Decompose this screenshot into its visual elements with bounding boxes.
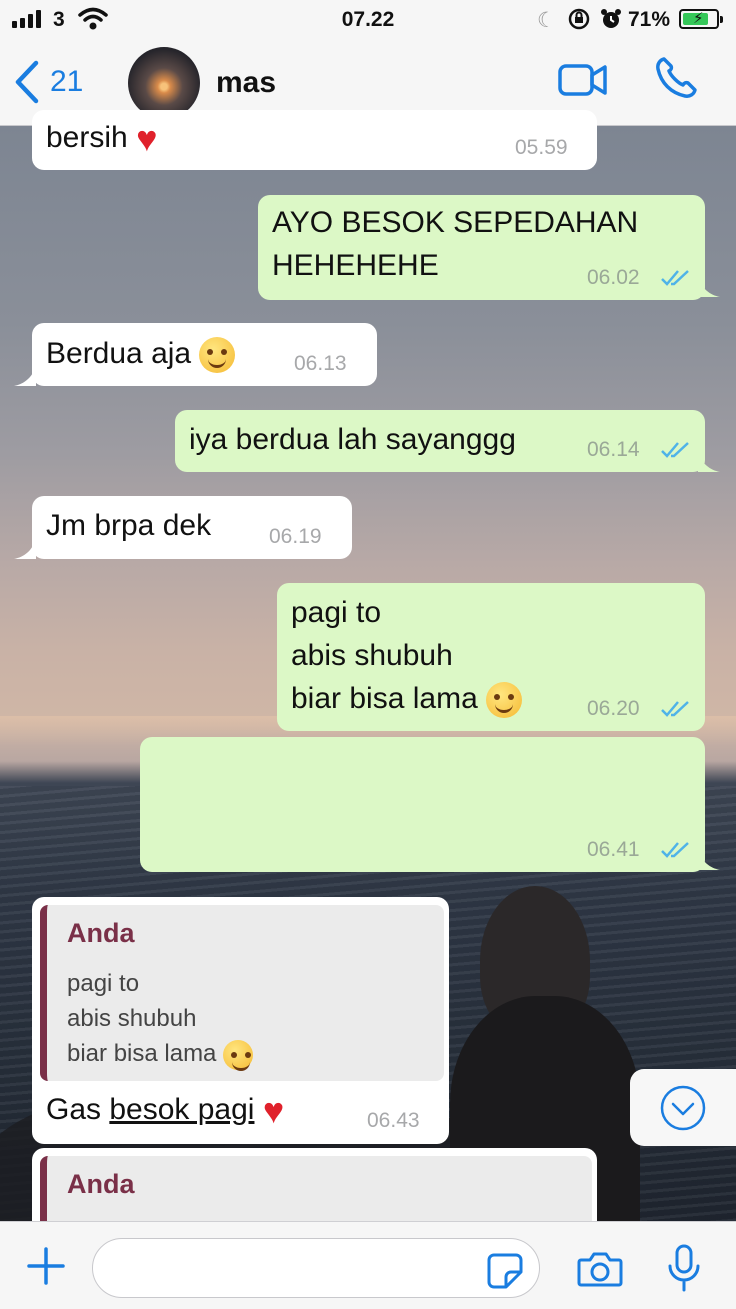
quote-line: abis shubuh bbox=[67, 1005, 197, 1032]
quoted-message[interactable]: Anda bbox=[40, 1156, 592, 1221]
message-text-line: AYO BESOK SEPEDAHAN bbox=[272, 206, 639, 239]
phone-icon[interactable] bbox=[654, 56, 698, 100]
message-outgoing[interactable]: 06.41 bbox=[140, 737, 720, 872]
message-time: 06.02 bbox=[587, 266, 640, 289]
back-chevron-icon bbox=[15, 60, 39, 104]
read-receipt-icon bbox=[661, 701, 689, 717]
message-time: 06.20 bbox=[587, 697, 640, 720]
message-time: 06.41 bbox=[587, 838, 640, 861]
date-link[interactable]: besok pagi bbox=[109, 1093, 254, 1126]
battery-percent: 71% bbox=[628, 8, 671, 31]
message-outgoing[interactable]: AYO BESOK SEPEDAHAN HEHEHEHE 06.02 bbox=[258, 195, 720, 300]
message-time: 06.13 bbox=[294, 352, 347, 375]
message-text: iya berdua lah sayanggg bbox=[189, 423, 516, 456]
message-input[interactable] bbox=[92, 1238, 540, 1298]
message-incoming[interactable]: Berdua aja 06.13 bbox=[14, 323, 377, 386]
message-text-line: pagi to bbox=[291, 596, 382, 629]
alarm-icon bbox=[601, 9, 621, 28]
contact-name[interactable]: mas bbox=[216, 66, 276, 100]
message-text-line: biar bisa lama bbox=[291, 682, 478, 715]
message-text-line: abis shubuh bbox=[291, 639, 453, 672]
message-outgoing[interactable]: iya berdua lah sayanggg 06.14 bbox=[175, 410, 720, 472]
quoted-message[interactable]: Anda pagi to abis shubuh biar bisa lama bbox=[40, 905, 444, 1081]
red-heart-icon: ♥ bbox=[136, 118, 158, 160]
message-text: bersih bbox=[46, 121, 128, 154]
camera-icon[interactable] bbox=[577, 1250, 623, 1288]
message-incoming-reply[interactable]: Anda bbox=[32, 1148, 597, 1221]
do-not-disturb-icon: ☾ bbox=[537, 9, 556, 32]
battery-icon: ⚡ bbox=[679, 9, 723, 29]
red-heart-icon: ♥ bbox=[262, 1090, 285, 1132]
orientation-lock-icon bbox=[568, 8, 590, 30]
savoring-face-icon bbox=[486, 682, 523, 719]
sticker-icon[interactable] bbox=[486, 1252, 524, 1290]
microphone-icon[interactable] bbox=[666, 1244, 702, 1292]
quote-line: biar bisa lama bbox=[67, 1040, 217, 1067]
composer-bar bbox=[0, 1221, 736, 1309]
clock: 07.22 bbox=[341, 8, 395, 31]
quote-author: Anda bbox=[67, 918, 135, 948]
quote-author: Anda bbox=[67, 1169, 135, 1199]
plus-icon[interactable] bbox=[26, 1246, 66, 1286]
contact-avatar[interactable] bbox=[128, 47, 200, 119]
scroll-down-button[interactable] bbox=[630, 1069, 736, 1146]
message-text: Gas bbox=[46, 1093, 110, 1126]
face-with-hand-smile-icon bbox=[199, 337, 236, 374]
unread-count: 21 bbox=[50, 65, 84, 98]
quote-line: pagi to bbox=[67, 970, 140, 997]
message-incoming[interactable]: Jm brpa dek 06.19 bbox=[14, 496, 352, 559]
video-call-icon[interactable] bbox=[558, 62, 608, 98]
message-incoming-reply[interactable]: Anda pagi to abis shubuh biar bisa lama … bbox=[32, 897, 449, 1144]
message-time: 06.19 bbox=[269, 525, 322, 548]
status-bar: 3 07.22 ☾ 71% ⚡ bbox=[0, 0, 736, 40]
back-button[interactable]: 21 bbox=[14, 60, 83, 104]
read-receipt-icon bbox=[661, 442, 689, 458]
message-time: 06.14 bbox=[587, 438, 640, 461]
message-text-line: HEHEHEHE bbox=[272, 249, 439, 282]
message-text: Berdua aja bbox=[46, 337, 192, 370]
message-time: 05.59 bbox=[515, 136, 568, 159]
message-time: 06.43 bbox=[367, 1109, 420, 1132]
read-receipt-icon bbox=[661, 842, 689, 858]
scroll-down-icon bbox=[660, 1085, 706, 1131]
message-incoming[interactable]: bersih ♥ 05.59 bbox=[32, 110, 597, 170]
message-text: Jm brpa dek bbox=[46, 509, 212, 542]
savoring-face-icon bbox=[223, 1039, 254, 1071]
read-receipt-icon bbox=[661, 270, 689, 286]
message-outgoing[interactable]: pagi to abis shubuh biar bisa lama 06.20 bbox=[277, 583, 705, 731]
